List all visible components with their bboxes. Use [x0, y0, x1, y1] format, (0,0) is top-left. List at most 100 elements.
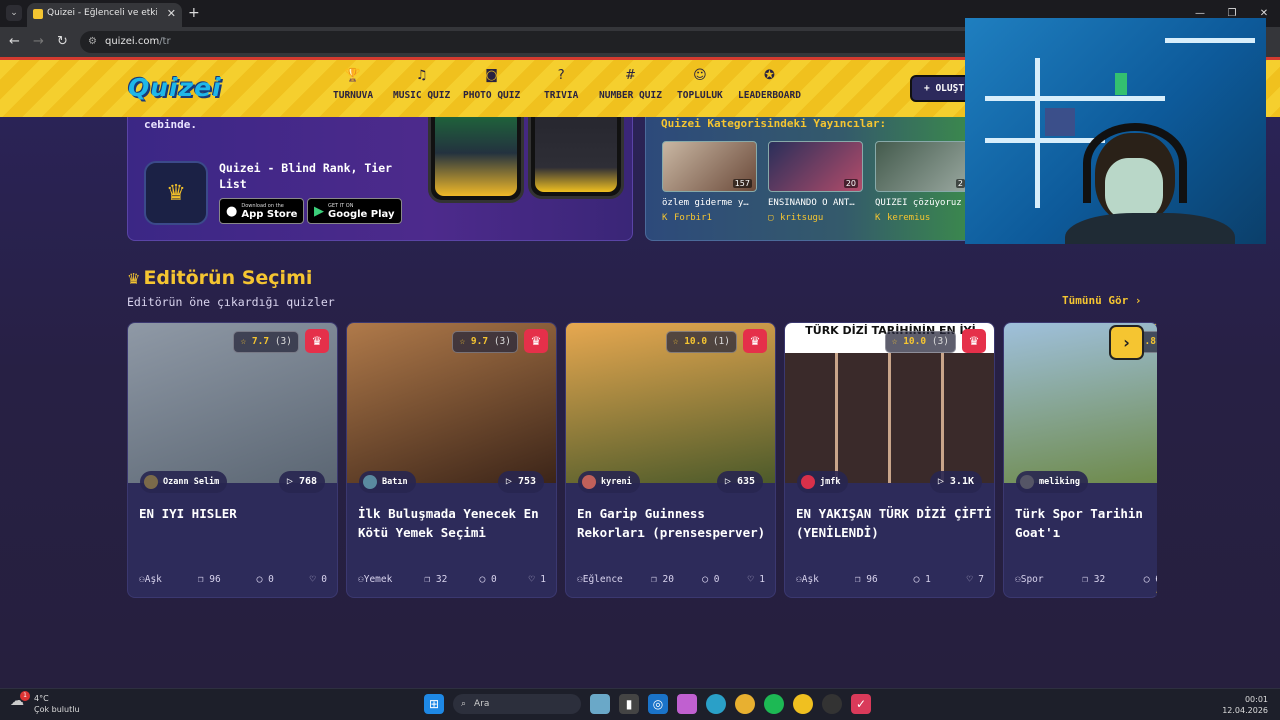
- quiz-title[interactable]: İlk Buluşmada Yenecek En Kötü Yemek Seçi…: [358, 504, 554, 542]
- file-explorer-icon[interactable]: ▮: [619, 694, 639, 714]
- google-play-button[interactable]: ▶ GET IT ON Google Play: [307, 198, 402, 224]
- stream-item[interactable]: 2 QUİZEİ çözüyoruz Kkeremius: [875, 141, 970, 223]
- category-label: ⚇Aşk: [139, 574, 162, 585]
- search-icon: ⌕: [461, 699, 467, 709]
- shelf: [985, 96, 1165, 101]
- system-clock[interactable]: 00:01 12.04.2026: [1222, 694, 1268, 716]
- comment-icon: ◯: [256, 574, 263, 585]
- obs-icon[interactable]: [822, 694, 842, 714]
- back-icon[interactable]: ←: [9, 34, 20, 49]
- widgets-icon[interactable]: [590, 694, 610, 714]
- crown-icon: ♛: [962, 329, 986, 353]
- quiz-title[interactable]: Türk Spor Tarihin Goat'ı: [1015, 504, 1157, 542]
- rating-badge: ☆ 10.0 (1): [665, 331, 737, 353]
- quiz-title[interactable]: EN YAKIŞAN TÜRK DİZİ ÇİFTİ (YENİLENDİ): [796, 504, 992, 542]
- quiz-card[interactable]: ☆ 7.8 meliking Türk Spor Tarihin Goat'ı …: [1003, 322, 1157, 598]
- reload-icon[interactable]: ↻: [57, 34, 68, 49]
- nav-photo-quiz[interactable]: ◙ PHOTO QUIZ: [463, 68, 520, 101]
- like-count: ♡ 1: [747, 574, 765, 585]
- windows-start-icon[interactable]: ⊞: [424, 694, 444, 714]
- platform-icon: K: [662, 213, 668, 223]
- avatar: [144, 475, 158, 489]
- quiz-carousel: ☆ 7.7 (3) ♛ Ozann Selim ▷ 768 EN IYI HIS…: [127, 322, 1157, 600]
- comment-icon: ◯: [479, 574, 486, 585]
- nav-number-quiz[interactable]: # NUMBER QUIZ: [599, 68, 662, 101]
- section-title: ♛ Editörün Seçimi: [127, 267, 313, 289]
- stream-title: ENSINANDO O ANT…: [768, 198, 855, 208]
- tab-title: Quizei - Eğlenceli ve etkileşimli: [47, 8, 157, 18]
- play-count: ▷ 3.1K: [929, 471, 982, 493]
- play-count: ▷ 635: [716, 471, 763, 493]
- comment-count: ◯ 0: [479, 574, 497, 585]
- new-tab-button[interactable]: +: [188, 5, 200, 21]
- comment-icon: ◯: [702, 574, 709, 585]
- author-chip[interactable]: jmfk: [797, 471, 849, 493]
- category-label: ⚇Aşk: [796, 574, 819, 585]
- see-all-link[interactable]: Tümünü Gör ›: [1062, 294, 1141, 307]
- nav-label: TURNUVA: [333, 90, 374, 101]
- author-chip[interactable]: kyreni: [578, 471, 640, 493]
- weather-widget[interactable]: ☁ 1 4°C Çok bulutlu: [10, 691, 80, 715]
- avatar: [1020, 475, 1034, 489]
- quiz-title[interactable]: EN IYI HISLER: [139, 504, 335, 523]
- edge-icon[interactable]: [706, 694, 726, 714]
- quiz-card[interactable]: ☆ 10.0 (1) ♛ kyreni ▷ 635 En Garip Guinn…: [565, 322, 776, 598]
- nav-music-quiz[interactable]: ♫ MUSIC QUIZ: [393, 68, 450, 101]
- rating-badge: ☆ 9.7 (3): [452, 331, 518, 353]
- app-promo-card: cebinde. ♛ Quizei - Blind Rank, Tier Lis…: [127, 117, 633, 241]
- store-big: Google Play: [328, 208, 395, 220]
- phone-mockup: [428, 117, 524, 203]
- person-body: [1065, 213, 1235, 244]
- question-count: ❐ 96: [854, 574, 878, 585]
- nav-trivia[interactable]: ? TRIVIA: [544, 68, 578, 101]
- medal-icon: ✪: [764, 68, 775, 83]
- heart-icon: ♡: [309, 574, 316, 585]
- card-footer: ⚇Aşk ❐ 96 ◯ 0 ♡ 0: [139, 574, 327, 585]
- copilot-icon[interactable]: [677, 694, 697, 714]
- question-count: ❐ 32: [424, 574, 448, 585]
- comment-count: ◯ 0: [256, 574, 274, 585]
- nav-tournament[interactable]: 🏆 TURNUVA: [333, 68, 373, 101]
- browser-tab[interactable]: Quizei - Eğlenceli ve etkileşimli ✕: [27, 3, 182, 27]
- author-chip[interactable]: Batın: [359, 471, 416, 493]
- stream-user: Kkeremius: [875, 213, 931, 223]
- nav-leaderboard[interactable]: ✪ LEADERBOARD: [738, 68, 801, 101]
- site-logo[interactable]: Quizei: [128, 73, 222, 102]
- forward-icon[interactable]: →: [33, 34, 44, 49]
- nav-community[interactable]: ☺ TOPLULUK: [677, 68, 723, 101]
- heart-icon: ♡: [747, 574, 754, 585]
- play-icon: ▷: [937, 476, 944, 487]
- outlook-icon[interactable]: ◎: [648, 694, 668, 714]
- trophy-icon: ♛: [166, 180, 186, 206]
- stream-title: QUİZEİ çözüyoruz: [875, 198, 962, 208]
- play-icon: ▷: [505, 476, 512, 487]
- tab-search-button[interactable]: ⌄: [6, 5, 22, 21]
- play-store-icon: ▶: [314, 203, 324, 219]
- carousel-next-button[interactable]: ›: [1109, 325, 1144, 360]
- stream-item[interactable]: 157 özlem giderme y… K Forbir1: [662, 141, 757, 223]
- chrome-icon[interactable]: [735, 694, 755, 714]
- url-text: quizei.com/tr: [105, 36, 171, 47]
- tab-close-icon[interactable]: ✕: [167, 7, 176, 20]
- author-chip[interactable]: meliking: [1016, 471, 1088, 493]
- question-icon: ?: [557, 68, 565, 83]
- question-count: ❐ 20: [651, 574, 674, 585]
- app-store-button[interactable]: ● Download on the App Store: [219, 198, 305, 224]
- stream-viewers: 2: [955, 179, 965, 188]
- stream-item[interactable]: 20 ENSINANDO O ANT… ▢ kritsugu: [768, 141, 863, 223]
- taskbar-search[interactable]: ⌕ Ara: [453, 694, 581, 714]
- users-icon: ☺: [693, 68, 707, 83]
- quiz-card[interactable]: ☆ 7.7 (3) ♛ Ozann Selim ▷ 768 EN IYI HIS…: [127, 322, 338, 598]
- spotify-icon[interactable]: [764, 694, 784, 714]
- heart-icon: ♡: [528, 574, 535, 585]
- quiz-title[interactable]: En Garip Guinness Rekorları (prensesperv…: [577, 504, 773, 542]
- quiz-card[interactable]: TÜRK DİZİ TARİHİNİN EN İYİ ☆ 10.0 (3) ♛ …: [784, 322, 995, 598]
- author-chip[interactable]: Ozann Selim: [140, 471, 228, 493]
- shelf: [1165, 38, 1255, 43]
- app-icon[interactable]: ✓: [851, 694, 871, 714]
- chrome-active-icon[interactable]: [793, 694, 813, 714]
- quiz-card[interactable]: ☆ 9.7 (3) ♛ Batın ▷ 753 İlk Buluşmada Ye…: [346, 322, 557, 598]
- site-info-icon[interactable]: ⚙: [88, 36, 97, 47]
- category-label: ⚇Spor: [1015, 574, 1044, 585]
- taskbar-apps: ⊞ ⌕ Ara ▮ ◎ ✓: [424, 694, 871, 714]
